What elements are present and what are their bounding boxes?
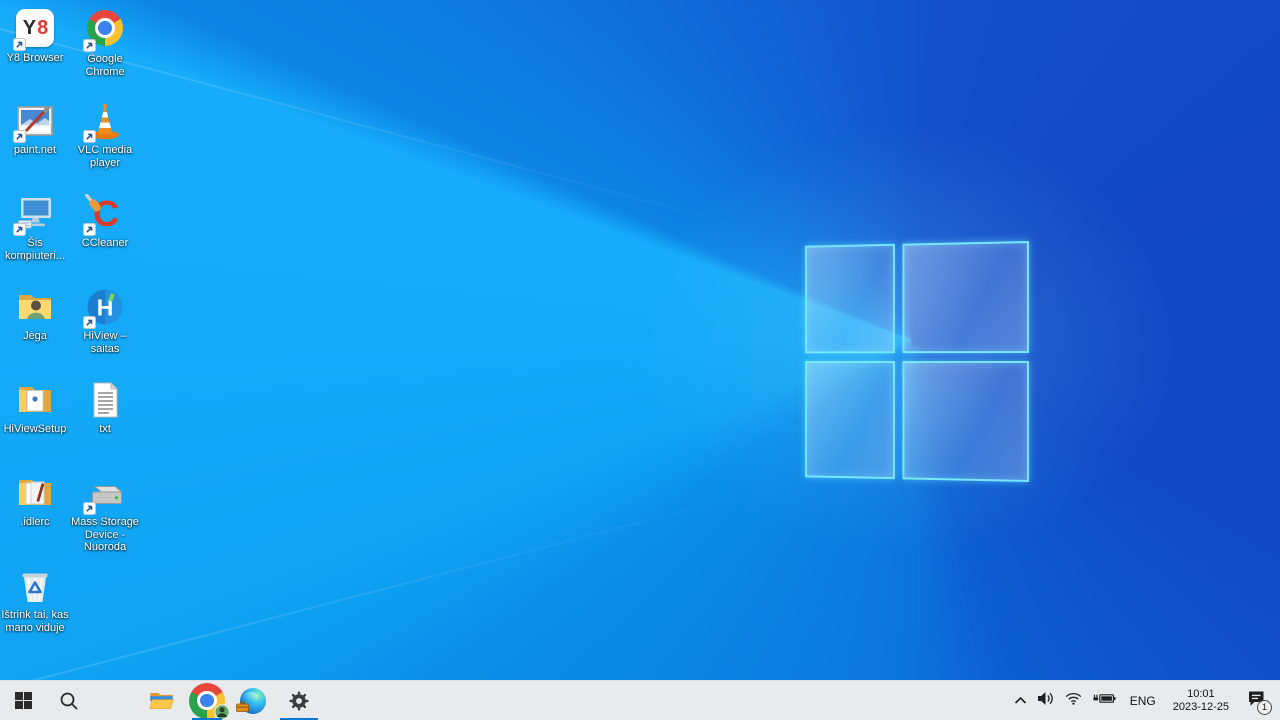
taskbar-button-file-explorer[interactable] xyxy=(138,681,184,720)
desktop-icon-idlerc[interactable]: .idlerc xyxy=(0,473,70,529)
desktop-icon-google-chrome[interactable]: Google Chrome xyxy=(70,8,140,78)
wifi-icon xyxy=(1065,692,1082,710)
folder-files-icon xyxy=(15,473,55,513)
briefcase-icon xyxy=(236,699,249,717)
recycle-bin-icon xyxy=(15,566,55,606)
desktop-icon-label: CCleaner xyxy=(71,237,139,250)
desktop-icon-label: Y8 Browser xyxy=(1,52,69,65)
hiview-icon: H xyxy=(85,287,125,327)
y8-icon: Y8 xyxy=(15,9,55,49)
taskbar-button-search[interactable] xyxy=(46,681,92,720)
battery-charging-icon xyxy=(1092,692,1116,710)
taskbar-button-chrome[interactable] xyxy=(184,681,230,720)
desktop-icon-txt[interactable]: txt xyxy=(70,380,140,436)
windows-desktop: { "desktop": { "wallpaper": { "bright_co… xyxy=(0,0,1280,720)
desktop-icon-ccleaner[interactable]: C CCleaner xyxy=(70,194,140,250)
drive-icon xyxy=(85,473,125,513)
shortcut-arrow-icon xyxy=(83,502,96,515)
chevron-up-icon xyxy=(1014,692,1027,710)
language-indicator[interactable]: ENG xyxy=(1121,681,1165,721)
gear-icon xyxy=(288,690,310,712)
tray-button-volume[interactable] xyxy=(1032,681,1060,721)
taskbar-button-settings[interactable] xyxy=(276,681,322,720)
taskbar-button-edge[interactable] xyxy=(230,681,276,720)
desktop-icon-label: VLC media player xyxy=(71,144,139,169)
shortcut-arrow-icon xyxy=(83,223,96,236)
desktop-icon-label: Šis kompiuteri... xyxy=(1,237,69,262)
clock[interactable]: 10:01 2023-12-25 xyxy=(1165,688,1237,714)
desktop-icon-mass-storage[interactable]: Mass Storage Device - Nuoroda xyxy=(70,473,140,554)
ccleaner-icon: C xyxy=(85,194,125,234)
computer-icon xyxy=(15,194,55,234)
shortcut-arrow-icon xyxy=(13,223,26,236)
paintnet-icon xyxy=(15,101,55,141)
taskbar-button-paint-net[interactable] xyxy=(92,681,138,720)
windows-start-icon xyxy=(15,692,32,709)
system-tray: ENG 10:01 2023-12-25 1 xyxy=(1009,681,1280,720)
desktop-icon-this-pc[interactable]: Šis kompiuteri... xyxy=(0,194,70,262)
search-icon xyxy=(59,691,79,711)
tray-button-network[interactable] xyxy=(1060,681,1087,721)
desktop-icon-y8-browser[interactable]: Y8 Y8 Browser xyxy=(0,8,70,65)
shortcut-arrow-icon xyxy=(83,130,96,143)
clock-date: 2023-12-25 xyxy=(1173,701,1229,714)
svg-text:C: C xyxy=(93,194,119,234)
volume-icon xyxy=(1037,691,1055,711)
desktop-icon-label: HiView – saitas xyxy=(71,330,139,355)
tray-icon-group xyxy=(1009,681,1121,721)
folder-doc-icon xyxy=(15,380,55,420)
desktop-icon-vlc-media-player[interactable]: VLC media player xyxy=(70,101,140,169)
desktop-icon-recycle-bin[interactable]: Ištrink tai, kas mano viduje xyxy=(0,566,70,634)
desktop-icon-label: Ištrink tai, kas mano viduje xyxy=(1,609,69,634)
profile-avatar-icon xyxy=(214,704,230,725)
taskbar-pinned-apps xyxy=(0,681,322,720)
desktop-icon-hiviewsetup[interactable]: HiViewSetup xyxy=(0,380,70,436)
notification-badge: 1 xyxy=(1257,700,1272,715)
taskbar-button-start[interactable] xyxy=(0,681,46,720)
desktop-icon-jega[interactable]: Jėga xyxy=(0,287,70,343)
desktop-icon-label: Google Chrome xyxy=(71,53,139,78)
tray-button-battery[interactable] xyxy=(1087,681,1121,721)
action-center-button[interactable]: 1 xyxy=(1237,681,1275,721)
text-file-icon xyxy=(85,380,125,420)
file-explorer-icon xyxy=(149,688,174,713)
vlc-cone-icon xyxy=(85,101,125,141)
clock-time: 10:01 xyxy=(1173,688,1229,701)
user-folder-icon xyxy=(15,287,55,327)
chrome-icon xyxy=(189,681,225,721)
shortcut-arrow-icon xyxy=(83,316,96,329)
desktop-icon-paint-net[interactable]: paint.net xyxy=(0,101,70,157)
desktop-icon-label: Jėga xyxy=(1,330,69,343)
tray-button-hidden-icons[interactable] xyxy=(1009,681,1032,721)
taskbar: ENG 10:01 2023-12-25 1 xyxy=(0,680,1280,720)
desktop-icon-label: HiViewSetup xyxy=(1,423,69,436)
desktop-icon-label: txt xyxy=(71,423,139,436)
edge-icon xyxy=(240,688,266,714)
shortcut-arrow-icon xyxy=(13,38,26,51)
shortcut-arrow-icon xyxy=(13,130,26,143)
shortcut-arrow-icon xyxy=(83,39,96,52)
desktop-icon-grid: Y8 Y8 BrowserGoogle Chrome paint.netVLC me… xyxy=(0,0,1280,720)
desktop-icon-label: .idlerc xyxy=(1,516,69,529)
chrome-icon xyxy=(85,10,125,50)
desktop-icon-label: Mass Storage Device - Nuoroda xyxy=(71,516,139,554)
desktop-icon-hiview-saitas[interactable]: H HiView – saitas xyxy=(70,287,140,355)
desktop-icon-label: paint.net xyxy=(1,144,69,157)
